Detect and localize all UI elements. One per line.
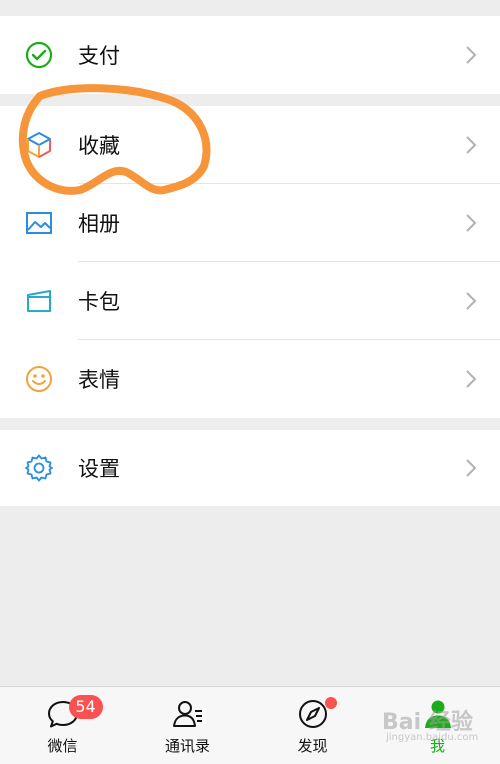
- menu-item-label: 设置: [78, 457, 120, 481]
- menu-item-label: 支付: [78, 44, 120, 68]
- watermark: Bai 经验 jingyan.baidu.com: [382, 694, 494, 754]
- chevron-right-icon: [464, 134, 478, 156]
- smiley-icon: [24, 364, 54, 394]
- menu-item-label: 相册: [78, 212, 120, 236]
- settings-group: 设置: [0, 430, 500, 506]
- menu-item-settings[interactable]: 设置: [0, 430, 500, 506]
- menu-item-label: 收藏: [78, 134, 120, 158]
- chevron-right-icon: [464, 44, 478, 66]
- photo-icon: [24, 208, 54, 238]
- top-gap: [0, 0, 500, 16]
- chevron-right-icon: [464, 290, 478, 312]
- watermark-url: jingyan.baidu.com: [386, 732, 479, 743]
- menu-item-pay[interactable]: 支付: [0, 16, 500, 94]
- cube-icon: [24, 130, 54, 160]
- tab-discover[interactable]: 发现: [250, 687, 375, 764]
- features-group: 收藏 相册 卡包 表情: [0, 106, 500, 418]
- tab-contacts[interactable]: 通讯录: [125, 687, 250, 764]
- wallet-check-icon: [24, 40, 54, 70]
- chevron-right-icon: [464, 368, 478, 390]
- card-wallet-icon: [24, 286, 54, 316]
- tab-chats[interactable]: 54 微信: [0, 687, 125, 764]
- contacts-icon: [171, 697, 205, 731]
- menu-item-cards[interactable]: 卡包: [0, 262, 500, 340]
- menu-item-stickers[interactable]: 表情: [0, 340, 500, 418]
- gear-icon: [24, 453, 54, 483]
- tab-label: 发现: [297, 737, 328, 755]
- chevron-right-icon: [464, 212, 478, 234]
- menu-item-label: 卡包: [78, 290, 120, 314]
- menu-item-favorites[interactable]: 收藏: [0, 106, 500, 184]
- unread-badge: 54: [68, 695, 103, 719]
- section-gap: [0, 94, 500, 106]
- tab-label: 微信: [47, 737, 78, 755]
- pay-group: 支付: [0, 16, 500, 94]
- notification-dot: [324, 697, 337, 709]
- me-screen: 支付 收藏 相册 卡包 表情 设置 54 微信 通讯录 发现 我 Bai 经验 …: [0, 0, 500, 764]
- section-gap: [0, 418, 500, 430]
- chevron-right-icon: [464, 457, 478, 479]
- menu-item-album[interactable]: 相册: [0, 184, 500, 262]
- tab-label: 通讯录: [164, 737, 210, 755]
- menu-item-label: 表情: [78, 368, 120, 392]
